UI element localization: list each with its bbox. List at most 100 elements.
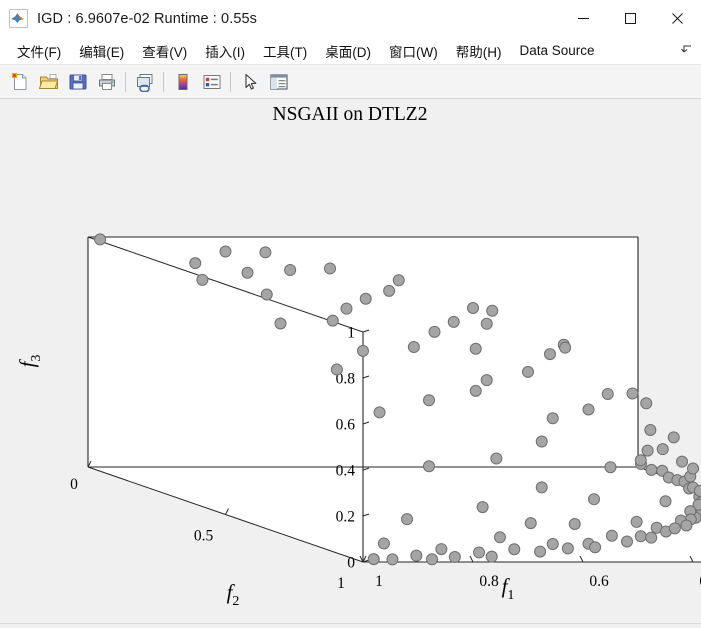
scatter-point[interactable] bbox=[676, 455, 688, 468]
scatter-point[interactable] bbox=[644, 424, 657, 437]
scatter-point[interactable] bbox=[634, 454, 647, 467]
scatter-point[interactable] bbox=[359, 292, 372, 305]
scatter-point[interactable] bbox=[605, 529, 618, 542]
menu-item-help[interactable]: 帮助(H) bbox=[447, 39, 511, 63]
scatter-point[interactable] bbox=[480, 317, 493, 330]
menu-item-edit[interactable]: 编辑(E) bbox=[70, 39, 133, 63]
scatter-point[interactable] bbox=[659, 495, 672, 508]
colorbar-icon[interactable] bbox=[168, 67, 197, 96]
scatter-point[interactable] bbox=[546, 412, 559, 425]
menu-item-desktop[interactable]: 桌面(D) bbox=[316, 39, 380, 63]
scatter-point[interactable] bbox=[284, 264, 297, 277]
scatter-point[interactable] bbox=[604, 461, 617, 474]
save-figure-icon[interactable] bbox=[63, 67, 92, 96]
scatter-point[interactable] bbox=[667, 431, 680, 444]
scatter-point[interactable] bbox=[357, 344, 369, 357]
figure-canvas[interactable]: 00.20.40.60.8100.5110.80.60.40.2 f3f2f1 … bbox=[0, 99, 701, 628]
scatter-point[interactable] bbox=[219, 245, 232, 258]
scatter-point[interactable] bbox=[601, 387, 614, 400]
scatter-point[interactable] bbox=[469, 384, 482, 397]
scatter-point[interactable] bbox=[189, 257, 202, 270]
scatter-point[interactable] bbox=[621, 535, 633, 548]
scatter-point[interactable] bbox=[656, 443, 669, 456]
scatter-point[interactable] bbox=[196, 273, 209, 286]
scatter-point[interactable] bbox=[634, 530, 647, 543]
scatter-point[interactable] bbox=[588, 493, 600, 506]
link-plot-icon[interactable] bbox=[130, 67, 159, 96]
scatter-point[interactable] bbox=[373, 406, 386, 419]
scatter-point[interactable] bbox=[630, 515, 643, 528]
scatter-point[interactable] bbox=[428, 325, 441, 338]
new-figure-icon[interactable] bbox=[5, 67, 34, 96]
scatter-point[interactable] bbox=[641, 444, 654, 457]
scatter-point[interactable] bbox=[561, 542, 574, 555]
scatter-point[interactable] bbox=[559, 341, 572, 354]
scatter-point[interactable] bbox=[645, 463, 658, 476]
scatter-point[interactable] bbox=[407, 341, 420, 354]
menu-item-insert[interactable]: 插入(I) bbox=[196, 39, 254, 63]
scatter-point[interactable] bbox=[377, 537, 390, 550]
scatter-point[interactable] bbox=[274, 317, 287, 330]
scatter-point[interactable] bbox=[546, 538, 559, 551]
scatter-point[interactable] bbox=[524, 517, 537, 530]
menu-item-data-source[interactable]: Data Source bbox=[510, 41, 603, 60]
scatter-point[interactable] bbox=[687, 462, 699, 475]
scatter-point[interactable] bbox=[367, 553, 380, 566]
scatter-point[interactable] bbox=[522, 365, 534, 378]
scatter-point[interactable] bbox=[260, 288, 273, 301]
scatter-point[interactable] bbox=[241, 266, 254, 279]
scatter-point[interactable] bbox=[423, 394, 435, 407]
scatter-point[interactable] bbox=[94, 233, 107, 246]
scatter-point[interactable] bbox=[330, 363, 343, 376]
menu-item-tools[interactable]: 工具(T) bbox=[254, 39, 316, 63]
scatter-point[interactable] bbox=[693, 484, 701, 497]
minimize-button[interactable] bbox=[560, 0, 607, 37]
scatter-point[interactable] bbox=[467, 301, 479, 314]
scatter-point[interactable] bbox=[480, 374, 493, 387]
scatter-point[interactable] bbox=[582, 403, 595, 416]
scatter-point[interactable] bbox=[324, 262, 336, 275]
scatter-point[interactable] bbox=[392, 274, 405, 287]
open-file-icon[interactable] bbox=[34, 67, 63, 96]
scatter-point[interactable] bbox=[448, 551, 461, 564]
property-inspector-icon[interactable] bbox=[264, 67, 293, 96]
scatter-point[interactable] bbox=[534, 545, 547, 558]
menu-overflow-arrow-icon[interactable] bbox=[681, 43, 693, 58]
scatter-point[interactable] bbox=[447, 315, 460, 328]
scatter-point[interactable] bbox=[476, 501, 489, 514]
legend-icon[interactable] bbox=[197, 67, 226, 96]
scatter-point[interactable] bbox=[485, 550, 498, 563]
scatter-point[interactable] bbox=[423, 460, 435, 473]
scatter-point[interactable] bbox=[680, 519, 693, 532]
scatter-point[interactable] bbox=[383, 284, 396, 297]
print-figure-icon[interactable] bbox=[92, 67, 121, 96]
scatter-point[interactable] bbox=[535, 481, 548, 494]
scatter-point[interactable] bbox=[535, 435, 548, 448]
scatter-point[interactable] bbox=[426, 553, 439, 566]
scatter3-plot[interactable]: 00.20.40.60.8100.5110.80.60.40.2 f3f2f1 … bbox=[0, 99, 701, 628]
scatter-point[interactable] bbox=[340, 302, 353, 315]
scatter-point[interactable] bbox=[640, 397, 653, 410]
scatter-point[interactable] bbox=[645, 531, 658, 544]
scatter-point[interactable] bbox=[386, 553, 399, 566]
close-button[interactable] bbox=[654, 0, 701, 37]
scatter-point[interactable] bbox=[508, 543, 521, 556]
edit-plot-pointer-icon[interactable] bbox=[235, 67, 264, 96]
scatter-point[interactable] bbox=[568, 517, 581, 530]
scatter-point[interactable] bbox=[473, 546, 486, 559]
scatter-point[interactable] bbox=[401, 513, 413, 526]
menu-item-file[interactable]: 文件(F) bbox=[8, 39, 70, 63]
scatter-point[interactable] bbox=[626, 387, 639, 400]
scatter-point[interactable] bbox=[326, 314, 339, 327]
scatter-point[interactable] bbox=[486, 304, 499, 317]
scatter-point[interactable] bbox=[410, 549, 423, 562]
menu-item-view[interactable]: 查看(V) bbox=[133, 39, 196, 63]
scatter-point[interactable] bbox=[544, 348, 556, 361]
scatter-point[interactable] bbox=[259, 246, 272, 259]
scatter-point[interactable] bbox=[435, 543, 448, 556]
scatter-point[interactable] bbox=[490, 452, 503, 465]
scatter-point[interactable] bbox=[589, 541, 602, 554]
maximize-button[interactable] bbox=[607, 0, 654, 37]
scatter-point[interactable] bbox=[469, 342, 482, 355]
scatter-point[interactable] bbox=[668, 522, 681, 535]
